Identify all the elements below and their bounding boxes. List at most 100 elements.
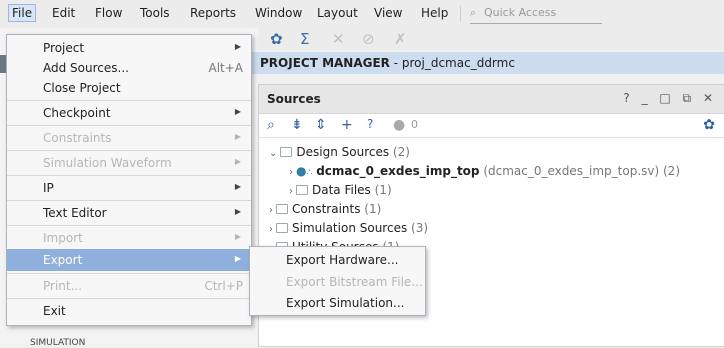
menu-layout[interactable]: Layout [317, 6, 358, 20]
menu-file[interactable]: File [8, 4, 37, 22]
gear-icon[interactable]: ✿ [703, 117, 715, 133]
cross-tool-icon[interactable]: ✕ [332, 30, 345, 48]
x-tool-icon[interactable]: ✗ [394, 30, 407, 48]
tree-item-count: (1) [360, 202, 382, 216]
sources-header: Sources ? _ □ ⧉ ✕ [259, 85, 724, 114]
gear-icon[interactable]: ✿ [270, 30, 283, 48]
tree-item-simulation-sources[interactable]: › Simulation Sources (3) [269, 221, 428, 235]
menu-item-import: Import ▶ [7, 227, 251, 249]
export-submenu: Export Hardware... Export Bitstream File… [249, 246, 426, 316]
chevron-right-icon: ▶ [234, 132, 241, 141]
menu-item-shortcut: Ctrl+P [204, 279, 243, 293]
file-menu-dropdown: Project ▶ Add Sources... Alt+A Close Proje… [6, 34, 252, 326]
hierarchy-icon: ∴ [306, 168, 313, 178]
menu-item-exit[interactable]: Exit [7, 300, 251, 322]
menu-item-checkpoint[interactable]: Checkpoint ▶ [7, 102, 251, 124]
chevron-right-icon: ▶ [234, 232, 241, 241]
tree-item-design-sources[interactable]: ⌄ Design Sources (2) [269, 145, 410, 159]
menu-item-label: Constraints [43, 131, 112, 145]
module-dot-icon: ● [296, 164, 307, 178]
tree-item-data-files[interactable]: › Data Files (1) [289, 183, 392, 197]
folder-icon [280, 147, 293, 157]
chevron-right-icon: ▶ [234, 182, 241, 191]
expand-all-icon[interactable]: ⇕ [315, 117, 327, 133]
menu-separator [7, 200, 251, 201]
menu-item-export-hardware[interactable]: Export Hardware... [250, 249, 425, 271]
status-dot-icon: ● [393, 117, 406, 133]
menu-help[interactable]: Help [421, 6, 448, 20]
menu-item-shortcut: Alt+A [208, 61, 243, 75]
menu-separator [7, 273, 251, 274]
menu-edit[interactable]: Edit [52, 6, 75, 20]
sources-title: Sources [267, 92, 321, 106]
search-icon[interactable]: ⌕ [267, 117, 275, 133]
project-name: - proj_dcmac_ddrmc [389, 56, 515, 70]
quick-access-placeholder: Quick Access [484, 6, 557, 19]
tree-item-count: (1) [370, 183, 392, 197]
menu-item-label: Text Editor [43, 206, 107, 220]
panel-window-controls[interactable]: ? _ □ ⧉ ✕ [623, 91, 717, 106]
tree-item-count: (3) [407, 221, 429, 235]
menu-item-close-project[interactable]: Close Project [7, 77, 251, 99]
menu-separator [7, 125, 251, 126]
tree-item-label: Constraints [292, 202, 361, 216]
tree-item-label: Data Files [312, 183, 371, 197]
info-icon[interactable]: ? [367, 117, 373, 131]
sources-toolbar: ⌕ ⇟ ⇕ + ? ● 0 ✿ [259, 113, 724, 138]
chevron-right-icon: ▶ [234, 42, 241, 51]
project-manager-title: PROJECT MANAGER - proj_dcmac_ddrmc [260, 56, 515, 70]
main-toolbar: ✿ Σ ✕ ⊘ ✗ [258, 28, 724, 50]
chevron-right-icon[interactable]: › [269, 205, 273, 216]
menu-separator [7, 175, 251, 176]
status-count: 0 [411, 118, 418, 131]
tree-item-constraints[interactable]: › Constraints (1) [269, 202, 381, 216]
menu-item-export-simulation[interactable]: Export Simulation... [250, 292, 425, 314]
folder-icon [276, 223, 288, 233]
chevron-right-icon[interactable]: › [269, 224, 273, 235]
menu-item-label: Simulation Waveform [43, 156, 172, 170]
menu-reports[interactable]: Reports [190, 6, 236, 20]
menu-separator [7, 100, 251, 101]
chevron-right-icon[interactable]: › [289, 186, 293, 197]
chevron-right-icon: ▶ [234, 157, 241, 166]
menu-flow[interactable]: Flow [95, 6, 122, 20]
menu-item-text-editor[interactable]: Text Editor ▶ [7, 202, 251, 224]
menu-item-simulation-waveform: Simulation Waveform ▶ [7, 152, 251, 174]
menu-item-constraints: Constraints ▶ [7, 127, 251, 149]
menu-item-label: Import [43, 231, 83, 245]
menu-item-add-sources[interactable]: Add Sources... Alt+A [7, 57, 251, 79]
tree-item-top-module[interactable]: › ●∴ dcmac_0_exdes_imp_top (dcmac_0_exdes_… [289, 164, 680, 178]
menu-separator [7, 298, 251, 299]
menu-item-ip[interactable]: IP ▶ [7, 177, 251, 199]
menu-item-label: Exit [43, 304, 66, 318]
chevron-down-icon[interactable]: ⌄ [269, 148, 277, 159]
slash-tool-icon[interactable]: ⊘ [362, 30, 375, 48]
chevron-right-icon: ▶ [234, 254, 241, 263]
sigma-icon[interactable]: Σ [300, 30, 309, 48]
menu-item-label: Export [43, 253, 83, 267]
tree-item-label: dcmac_0_exdes_imp_top [316, 164, 480, 178]
menu-view[interactable]: View [374, 6, 402, 20]
menu-item-print: Print... Ctrl+P [7, 275, 251, 297]
menu-window[interactable]: Window [255, 6, 302, 20]
menu-item-label: Print... [43, 279, 83, 293]
menu-item-label: Add Sources... [43, 61, 129, 75]
chevron-right-icon[interactable]: › [289, 167, 293, 178]
tree-item-label: Simulation Sources [292, 221, 408, 235]
menu-item-project[interactable]: Project ▶ [7, 37, 251, 59]
menu-item-label: Export Bitstream File... [286, 275, 423, 289]
menubar: File Edit Flow Tools Reports Window Layo… [0, 0, 724, 29]
menu-item-export[interactable]: Export ▶ [7, 249, 251, 271]
folder-icon [276, 204, 288, 214]
collapse-all-icon[interactable]: ⇟ [291, 117, 303, 133]
tree-item-detail: (dcmac_0_exdes_imp_top.sv) (2) [479, 164, 680, 178]
folder-icon [296, 185, 308, 195]
tree-item-label: Design Sources [296, 145, 390, 159]
menu-item-label: Export Hardware... [286, 253, 399, 267]
menu-tools[interactable]: Tools [140, 6, 170, 20]
quick-access-search[interactable]: ⌕ Quick Access [470, 5, 602, 24]
menu-item-label: Export Simulation... [286, 296, 405, 310]
menu-item-label: Checkpoint [43, 106, 111, 120]
project-manager-label: PROJECT MANAGER [260, 56, 390, 70]
add-source-icon[interactable]: + [341, 117, 353, 133]
